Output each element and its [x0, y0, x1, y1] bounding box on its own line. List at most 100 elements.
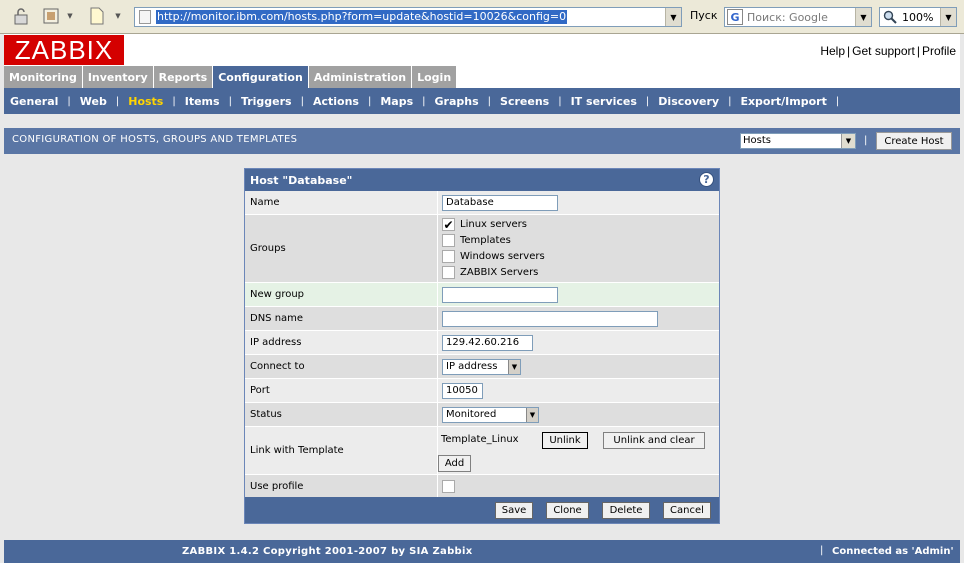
subnav-it-services[interactable]: IT services: [571, 95, 637, 108]
copyright-text: ZABBIX 1.4.2 Copyright 2001-2007 by SIA …: [182, 546, 473, 557]
name-label: Name: [245, 191, 437, 214]
save-button[interactable]: Save: [495, 501, 533, 519]
subnav-actions[interactable]: Actions: [313, 95, 359, 108]
chevron-down-icon[interactable]: ▼: [855, 8, 871, 26]
tab-inventory[interactable]: Inventory: [82, 66, 154, 88]
search-placeholder: Поиск: Google: [747, 10, 828, 24]
subnav-triggers[interactable]: Triggers: [241, 95, 292, 108]
url-text[interactable]: http://monitor.ibm.com/hosts.php?form=up…: [156, 10, 568, 24]
app-header: ZABBIX Help | Get support | Profile: [4, 34, 960, 66]
separator: |: [645, 95, 650, 107]
browser-toolbar: ▼ ▼ http://monitor.ibm.com/hosts.php?for…: [0, 0, 964, 34]
new-page-icon[interactable]: [86, 5, 108, 27]
zoom-value: 100%: [902, 10, 934, 24]
chevron-down-icon[interactable]: ▼: [508, 359, 520, 374]
connect-select[interactable]: IP address ▼: [442, 358, 521, 375]
create-host-button[interactable]: Create Host: [876, 132, 952, 150]
tab-administration[interactable]: Administration: [308, 66, 413, 88]
status-row: Status Monitored ▼: [245, 403, 719, 427]
host-form: Host "Database" ? Name Database Groups ✔…: [244, 168, 720, 524]
new-group-label: New group: [245, 283, 437, 306]
separator: |: [728, 95, 732, 107]
group-linux-servers[interactable]: ✔ Linux servers: [442, 217, 545, 233]
page-title-bar: CONFIGURATION OF HOSTS, GROUPS AND TEMPL…: [4, 128, 960, 154]
group-templates[interactable]: Templates: [442, 233, 545, 249]
search-input[interactable]: G Поиск: Google ▼: [724, 7, 872, 27]
tab-monitoring[interactable]: Monitoring: [4, 66, 83, 88]
subnav-graphs[interactable]: Graphs: [435, 95, 479, 108]
view-select[interactable]: Hosts ▼: [740, 133, 856, 149]
new-group-field[interactable]: [442, 286, 558, 303]
get-support-link[interactable]: Get support: [852, 44, 915, 58]
separator: |: [864, 135, 868, 146]
tab-configuration[interactable]: Configuration: [213, 66, 309, 88]
checkbox[interactable]: [442, 234, 455, 247]
chevron-down-icon[interactable]: ▼: [940, 8, 956, 26]
top-links: Help | Get support | Profile: [820, 44, 956, 58]
groups-row: Groups ✔ Linux servers Templates Windows …: [245, 215, 719, 283]
checkbox-checked-icon[interactable]: ✔: [442, 218, 455, 231]
port-label: Port: [245, 379, 437, 402]
main-tabs: Monitoring Inventory Reports Configurati…: [4, 66, 960, 88]
profile-link[interactable]: Profile: [922, 44, 956, 58]
groups-label: Groups: [245, 215, 437, 282]
cancel-button[interactable]: Cancel: [663, 501, 711, 519]
google-icon: G: [727, 9, 743, 25]
ip-row: IP address 129.42.60.216: [245, 331, 719, 355]
unlink-and-clear-button[interactable]: Unlink and clear: [603, 432, 705, 449]
checkbox[interactable]: [442, 266, 455, 279]
checkbox[interactable]: [442, 250, 455, 263]
page-icon: [139, 10, 151, 24]
go-button[interactable]: Пуск: [690, 9, 717, 22]
tab-reports[interactable]: Reports: [153, 66, 214, 88]
ip-label: IP address: [245, 331, 437, 354]
bookmarks-icon[interactable]: [40, 5, 62, 27]
port-field[interactable]: 10050: [442, 382, 483, 399]
form-actions: Save Clone Delete Cancel: [245, 497, 719, 523]
group-zabbix-servers[interactable]: ZABBIX Servers: [442, 265, 545, 281]
sub-nav: General | Web | Hosts | Items | Triggers | Ac…: [4, 88, 960, 114]
subnav-export-import[interactable]: Export/Import: [740, 95, 826, 108]
zabbix-logo[interactable]: ZABBIX: [4, 35, 124, 65]
connected-as-text: Connected as 'Admin': [832, 546, 954, 557]
separator: |: [847, 44, 851, 58]
separator: |: [172, 95, 176, 107]
view-select-value: Hosts: [743, 135, 771, 146]
zoom-select[interactable]: 100% ▼: [879, 7, 957, 27]
subnav-screens[interactable]: Screens: [500, 95, 549, 108]
link-template-label: Link with Template: [245, 427, 437, 474]
dns-field[interactable]: [442, 310, 658, 327]
subnav-items[interactable]: Items: [185, 95, 220, 108]
help-icon[interactable]: ?: [699, 172, 714, 187]
use-profile-checkbox[interactable]: [442, 480, 455, 493]
chevron-down-icon[interactable]: ▼: [665, 8, 681, 26]
subnav-hosts[interactable]: Hosts: [128, 95, 163, 108]
chevron-down-icon[interactable]: ▼: [64, 5, 76, 27]
connect-label: Connect to: [245, 355, 437, 378]
separator: |: [422, 95, 426, 107]
unlink-button[interactable]: Unlink: [542, 432, 588, 449]
chevron-down-icon[interactable]: ▼: [112, 5, 124, 27]
subnav-maps[interactable]: Maps: [380, 95, 413, 108]
group-windows-servers[interactable]: Windows servers: [442, 249, 545, 265]
help-link[interactable]: Help: [820, 44, 845, 58]
clone-button[interactable]: Clone: [546, 501, 589, 519]
connect-row: Connect to IP address ▼: [245, 355, 719, 379]
address-bar[interactable]: http://monitor.ibm.com/hosts.php?form=up…: [134, 7, 682, 27]
chevron-down-icon[interactable]: ▼: [526, 407, 538, 422]
chevron-down-icon[interactable]: ▼: [841, 134, 855, 148]
ip-field[interactable]: 129.42.60.216: [442, 334, 533, 351]
separator: |: [367, 95, 372, 107]
template-name: Template_Linux: [441, 434, 519, 445]
form-header: Host "Database" ?: [245, 169, 719, 191]
name-field[interactable]: Database: [442, 194, 558, 211]
subnav-general[interactable]: General: [10, 95, 58, 108]
status-select[interactable]: Monitored ▼: [442, 406, 539, 423]
lock-icon[interactable]: [10, 5, 32, 27]
groups-list: ✔ Linux servers Templates Windows servers…: [442, 215, 545, 283]
delete-button[interactable]: Delete: [602, 501, 650, 519]
add-template-button[interactable]: Add: [438, 455, 471, 472]
subnav-discovery[interactable]: Discovery: [658, 95, 719, 108]
subnav-web[interactable]: Web: [80, 95, 107, 108]
tab-login[interactable]: Login: [412, 66, 458, 88]
